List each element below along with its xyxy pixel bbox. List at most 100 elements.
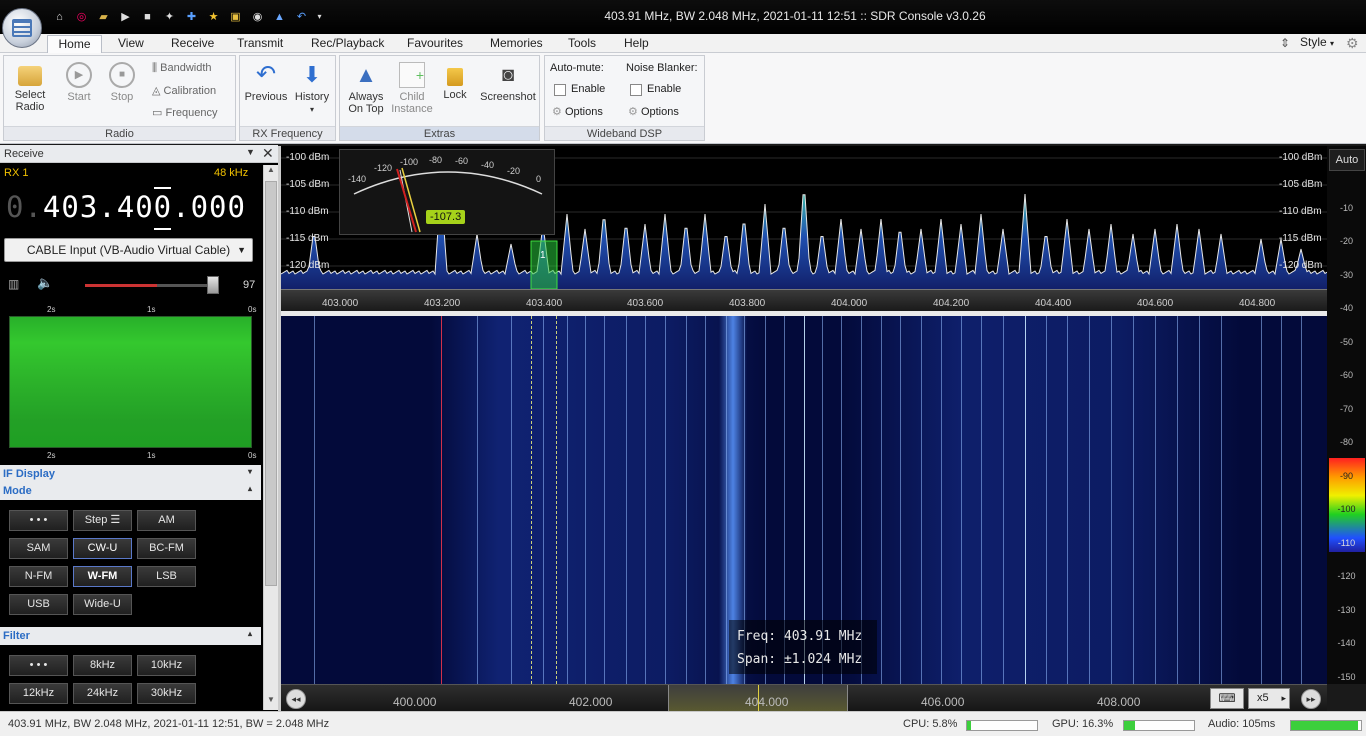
- equalizer-icon[interactable]: ▥: [8, 277, 19, 291]
- level-label: -60: [1339, 370, 1353, 380]
- mode-lsb-button[interactable]: LSB: [137, 566, 196, 587]
- home-icon[interactable]: ⌂: [52, 9, 67, 24]
- stop-icon[interactable]: ■: [140, 9, 155, 24]
- frequency-icon: ▭: [152, 107, 163, 119]
- audio-device-select[interactable]: CABLE Input (VB-Audio Virtual Cable) ▼: [4, 238, 253, 262]
- mode-bcfm-button[interactable]: BC-FM: [137, 538, 196, 559]
- db-label: -120 dBm: [1279, 260, 1323, 271]
- tab-transmit[interactable]: Transmit: [233, 35, 287, 53]
- chevron-down-icon[interactable]: ▾: [312, 9, 327, 24]
- scroll-right-icon[interactable]: ▸▸: [1301, 689, 1321, 709]
- scroll-up-icon[interactable]: ▲: [265, 165, 277, 179]
- level-label: -100: [1337, 504, 1356, 514]
- tab-favourites[interactable]: Favourites: [403, 35, 467, 53]
- camera-icon[interactable]: ◉: [250, 9, 265, 24]
- speaker-icon[interactable]: 🔈: [37, 275, 53, 291]
- close-icon[interactable]: ✕: [262, 145, 274, 162]
- undo-icon[interactable]: ↶: [294, 9, 309, 24]
- auto-mute-enable-checkbox[interactable]: [554, 84, 566, 96]
- plus-icon[interactable]: ✚: [184, 9, 199, 24]
- tab-view[interactable]: View: [114, 35, 148, 53]
- noise-blanker-enable-checkbox[interactable]: [630, 84, 642, 96]
- play-icon[interactable]: ▶: [118, 9, 133, 24]
- calibration-icon: ◬: [152, 85, 161, 97]
- history-button[interactable]: ⬇ History ▾: [290, 62, 334, 116]
- mode-nfm-button[interactable]: N-FM: [9, 566, 68, 587]
- spectrum-frequency-axis[interactable]: 403.000 403.200 403.400 403.600 403.800 …: [281, 289, 1327, 311]
- auto-mute-options-button[interactable]: ⚙ Options: [552, 105, 603, 118]
- dropdown-icon[interactable]: ▼: [246, 147, 255, 157]
- calibration-button[interactable]: ◬ Calibration: [152, 84, 216, 97]
- always-on-top-button[interactable]: ▲ Always On Top: [343, 62, 389, 115]
- child-instance-button[interactable]: + Child Instance: [389, 62, 435, 115]
- waterfall-level-scale[interactable]: Auto: [1327, 146, 1366, 684]
- zoom-select[interactable]: x5 ▸: [1248, 688, 1290, 709]
- previous-button[interactable]: ↶ Previous: [244, 62, 288, 104]
- auto-button[interactable]: Auto: [1329, 149, 1365, 171]
- if-display-section[interactable]: IF Display ▾: [0, 465, 261, 483]
- select-radio-button[interactable]: Select Radio: [7, 62, 53, 113]
- tab-memories[interactable]: Memories: [486, 35, 547, 53]
- style-menu[interactable]: Style ▾: [1300, 35, 1334, 49]
- mode-section[interactable]: Mode ▴: [0, 483, 261, 500]
- spectrum-display[interactable]: 1 -100 dBm -105 dBm -110 dBm -115 dBm -1…: [281, 146, 1327, 289]
- vfo-marker[interactable]: 1: [540, 250, 546, 261]
- carrier-line: [1199, 316, 1200, 684]
- noise-blanker-options-button[interactable]: ⚙ Options: [628, 105, 679, 118]
- lock-icon[interactable]: ▣: [228, 9, 243, 24]
- lock-button[interactable]: Lock: [437, 62, 473, 101]
- mode-step-button[interactable]: Step ☰: [73, 510, 132, 531]
- filter-24khz-button[interactable]: 24kHz: [73, 683, 132, 704]
- screenshot-button[interactable]: ◙ Screenshot: [477, 62, 539, 103]
- filter-12khz-button[interactable]: 12kHz: [9, 683, 68, 704]
- mode-more-button[interactable]: • • •: [9, 510, 68, 531]
- keyboard-icon[interactable]: ⌨: [1210, 688, 1244, 709]
- mode-usb-button[interactable]: USB: [9, 594, 68, 615]
- db-label: -110 dBm: [1279, 206, 1322, 217]
- bandwidth-button[interactable]: ⫼ Bandwidth: [152, 62, 212, 75]
- carrier-line: [477, 316, 478, 684]
- filter-30khz-button[interactable]: 30kHz: [137, 683, 196, 704]
- mode-sam-button[interactable]: SAM: [9, 538, 68, 559]
- satellite-icon[interactable]: ✦: [162, 9, 177, 24]
- antenna-icon[interactable]: ▲: [272, 9, 287, 24]
- style-arrows-icon[interactable]: ⇕: [1280, 36, 1290, 50]
- lifebuoy-icon[interactable]: ◎: [74, 9, 89, 24]
- mode-am-button[interactable]: AM: [137, 510, 196, 531]
- scrollbar-thumb[interactable]: [265, 181, 277, 586]
- volume-slider-thumb[interactable]: [207, 276, 219, 294]
- gear-icon[interactable]: ⚙: [1346, 35, 1359, 52]
- filter-8khz-button[interactable]: 8kHz: [73, 655, 132, 676]
- meter-scale-label: -40: [481, 160, 495, 170]
- screenshot-label: Screenshot: [480, 91, 536, 103]
- start-button[interactable]: ▶ Start: [61, 62, 97, 103]
- scroll-left-icon[interactable]: ◂◂: [286, 689, 306, 709]
- waterfall-display[interactable]: Freq: 403.91 MHz Span: ±1.024 MHz: [281, 316, 1327, 684]
- folder-icon[interactable]: ▰: [96, 9, 111, 24]
- receive-panel-header: Receive ▼ ✕: [0, 145, 278, 163]
- frequency-button[interactable]: ▭ Frequency: [152, 106, 217, 119]
- mode-wfm-button[interactable]: W-FM: [73, 566, 132, 587]
- filter-more-button[interactable]: • • •: [9, 655, 68, 676]
- frequency-display[interactable]: 0.403.400.000: [6, 190, 246, 224]
- carrier-line: [314, 316, 315, 684]
- zoom-value: x5: [1257, 692, 1269, 704]
- tab-rec-playback[interactable]: Rec/Playback: [307, 35, 388, 53]
- group-label-extras: Extras: [340, 126, 539, 140]
- mode-wideu-button[interactable]: Wide-U: [73, 594, 132, 615]
- application-menu-button[interactable]: [2, 8, 42, 48]
- tab-receive[interactable]: Receive: [167, 35, 218, 53]
- left-panel-scrollbar[interactable]: ▲ ▼: [263, 165, 278, 710]
- mode-cwu-button[interactable]: CW-U: [73, 538, 132, 559]
- filter-10khz-button[interactable]: 10kHz: [137, 655, 196, 676]
- tab-home[interactable]: Home: [47, 35, 102, 54]
- wideband-tick: 406.000: [921, 695, 965, 709]
- filter-section[interactable]: Filter ▴: [0, 627, 261, 645]
- tab-help[interactable]: Help: [620, 35, 653, 53]
- scroll-down-icon[interactable]: ▼: [265, 695, 277, 709]
- history-label: History: [294, 91, 330, 103]
- star-icon[interactable]: ★: [206, 9, 221, 24]
- tab-tools[interactable]: Tools: [564, 35, 600, 53]
- stop-button[interactable]: ■ Stop: [104, 62, 140, 103]
- wideband-frequency-axis[interactable]: ◂◂ 400.000 402.000 404.000 406.000 408.0…: [281, 684, 1327, 712]
